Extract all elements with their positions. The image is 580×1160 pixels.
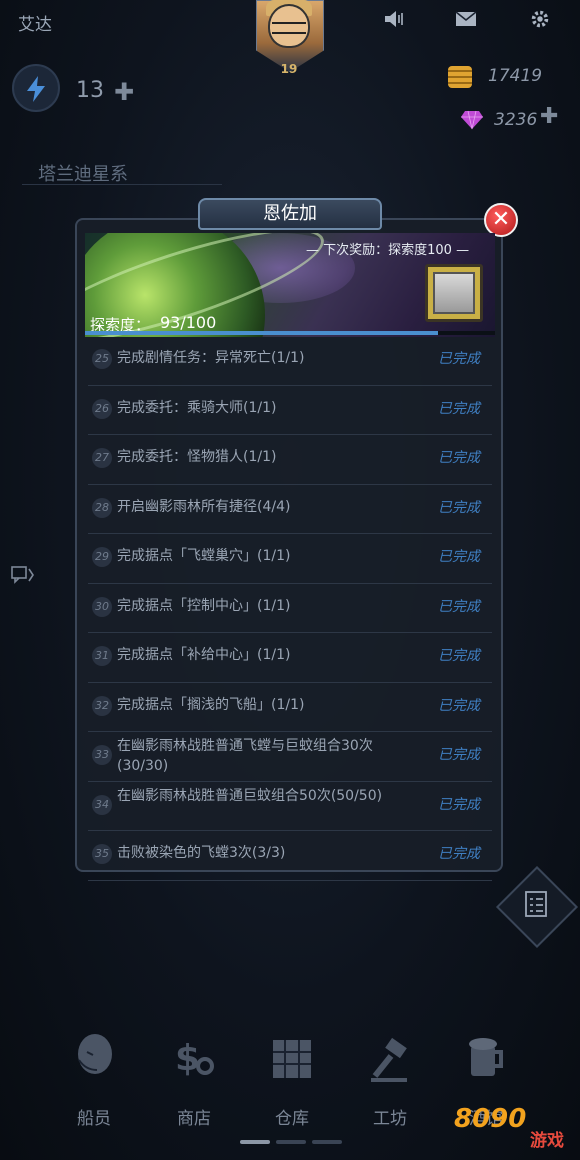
explore-progress-fill <box>85 331 439 335</box>
task-status: 已完成 <box>438 747 480 763</box>
gear-icon[interactable] <box>528 8 552 30</box>
checklist-icon <box>522 890 550 920</box>
task-text: 完成委托：怪物猎人(1/1) <box>117 449 277 465</box>
nav-crew[interactable]: 船员 <box>54 1030 134 1129</box>
gem-add-icon[interactable]: ✚ <box>540 104 558 129</box>
crew-icon <box>69 1030 119 1086</box>
task-row: 26 完成委托：乘骑大师(1/1) 已完成 <box>88 386 492 435</box>
watermark-logo: 8090 <box>454 1104 527 1134</box>
gem-icon <box>460 110 483 130</box>
task-status: 已完成 <box>438 846 480 862</box>
shop-icon: $ <box>169 1030 219 1086</box>
task-text: 在幽影雨林战胜普通巨蚊组合50次(50/50) <box>117 787 383 804</box>
task-number-badge: 26 <box>92 398 112 419</box>
task-number-badge: 28 <box>92 497 112 518</box>
page-indicator <box>276 1140 306 1144</box>
explore-value: 93/100 <box>160 313 217 332</box>
nav-crew-label: 船员 <box>77 1109 111 1129</box>
tavern-icon <box>461 1030 511 1086</box>
task-row: 33 在幽影雨林战胜普通飞螳与巨蚊组合30次(30/30) 已完成 <box>88 732 492 782</box>
task-text: 完成剧情任务：异常死亡(1/1) <box>117 350 305 366</box>
task-status: 已完成 <box>438 697 480 714</box>
task-row: 30 完成据点「控制中心」(1/1) 已完成 <box>88 584 492 633</box>
task-row: 32 完成据点「搁浅的飞船」(1/1) 已完成 <box>88 683 492 732</box>
speaker-icon[interactable] <box>382 8 406 30</box>
task-status: 已完成 <box>438 549 480 565</box>
next-reward-text: — 下次奖励：探索度100 — <box>306 243 470 258</box>
task-row: 35 击败被染色的飞螳3次(3/3) 已完成 <box>88 831 492 881</box>
galaxy-name: 塔兰迪星系 <box>38 164 128 185</box>
avatar-glasses <box>272 22 306 34</box>
svg-text:$: $ <box>175 1038 200 1079</box>
watermark-sub: 游戏 <box>530 1131 564 1151</box>
coin-value: 17419 <box>488 66 543 86</box>
energy-bolt-icon <box>12 64 60 112</box>
task-row: 34 在幽影雨林战胜普通巨蚊组合50次(50/50) 已完成 <box>88 782 492 831</box>
player-name: 艾达 <box>18 15 52 35</box>
task-number-badge: 33 <box>92 745 112 765</box>
task-text: 完成据点「补给中心」(1/1) <box>117 647 291 663</box>
coin-stack-icon <box>448 66 472 88</box>
gem-value: 3236 <box>494 110 538 130</box>
mail-icon[interactable] <box>454 8 478 30</box>
nav-workshop[interactable]: 工坊 <box>350 1030 430 1129</box>
task-number-badge: 29 <box>92 547 112 567</box>
task-status: 已完成 <box>438 499 480 516</box>
galaxy-divider <box>22 184 222 185</box>
modal-title: 恩佐加 <box>198 198 382 230</box>
energy-add-icon[interactable]: ✚ <box>114 78 134 106</box>
task-row: 29 完成据点「飞螳巢穴」(1/1) 已完成 <box>88 534 492 584</box>
task-row: 27 完成委托：怪物猎人(1/1) 已完成 <box>88 435 492 485</box>
task-list: 25 完成剧情任务：异常死亡(1/1) 已完成 26 完成委托：乘骑大师(1/1) 已完成… <box>88 336 492 881</box>
nav-workshop-label: 工坊 <box>373 1109 407 1129</box>
workshop-icon <box>365 1030 415 1086</box>
avatar-level: 19 <box>280 62 298 76</box>
nav-shop-label: 商店 <box>177 1109 211 1129</box>
page-indicator-active <box>240 1140 270 1144</box>
energy-value: 13 <box>76 78 104 103</box>
task-number-badge: 25 <box>92 349 112 369</box>
reward-chest-body <box>433 272 475 314</box>
task-number-badge: 34 <box>92 794 112 815</box>
task-text: 完成据点「飞螳巢穴」(1/1) <box>117 548 291 564</box>
warehouse-icon <box>267 1030 317 1086</box>
task-status: 已完成 <box>438 351 480 367</box>
task-status: 已完成 <box>438 648 480 664</box>
task-number-badge: 32 <box>92 695 112 716</box>
task-number-badge: 30 <box>92 596 112 617</box>
task-status: 已完成 <box>438 598 480 615</box>
nav-warehouse[interactable]: 仓库 <box>252 1030 332 1129</box>
task-number-badge: 27 <box>92 448 112 468</box>
task-text: 完成委托：乘骑大师(1/1) <box>117 399 277 416</box>
task-row: 31 完成据点「补给中心」(1/1) 已完成 <box>88 633 492 683</box>
page-indicator <box>312 1140 342 1144</box>
task-text: 在幽影雨林战胜普通飞螳与巨蚊组合30次(30/30) <box>117 738 373 774</box>
task-text: 完成据点「控制中心」(1/1) <box>117 597 291 614</box>
nav-warehouse-label: 仓库 <box>275 1109 309 1129</box>
task-row: 28 开启幽影雨林所有捷径(4/4) 已完成 <box>88 485 492 534</box>
task-text: 开启幽影雨林所有捷径(4/4) <box>117 498 291 515</box>
task-status: 已完成 <box>438 450 480 466</box>
task-number-badge: 35 <box>92 844 112 864</box>
task-status: 已完成 <box>438 796 480 813</box>
close-button[interactable]: ✕ <box>484 203 518 237</box>
task-row: 25 完成剧情任务：异常死亡(1/1) 已完成 <box>88 336 492 386</box>
task-text: 完成据点「搁浅的飞船」(1/1) <box>117 696 305 713</box>
task-status: 已完成 <box>438 400 480 417</box>
task-number-badge: 31 <box>92 646 112 666</box>
chat-icon[interactable] <box>0 560 44 600</box>
task-text: 击败被染色的飞螳3次(3/3) <box>117 845 286 861</box>
nav-shop[interactable]: $ 商店 <box>154 1030 234 1129</box>
